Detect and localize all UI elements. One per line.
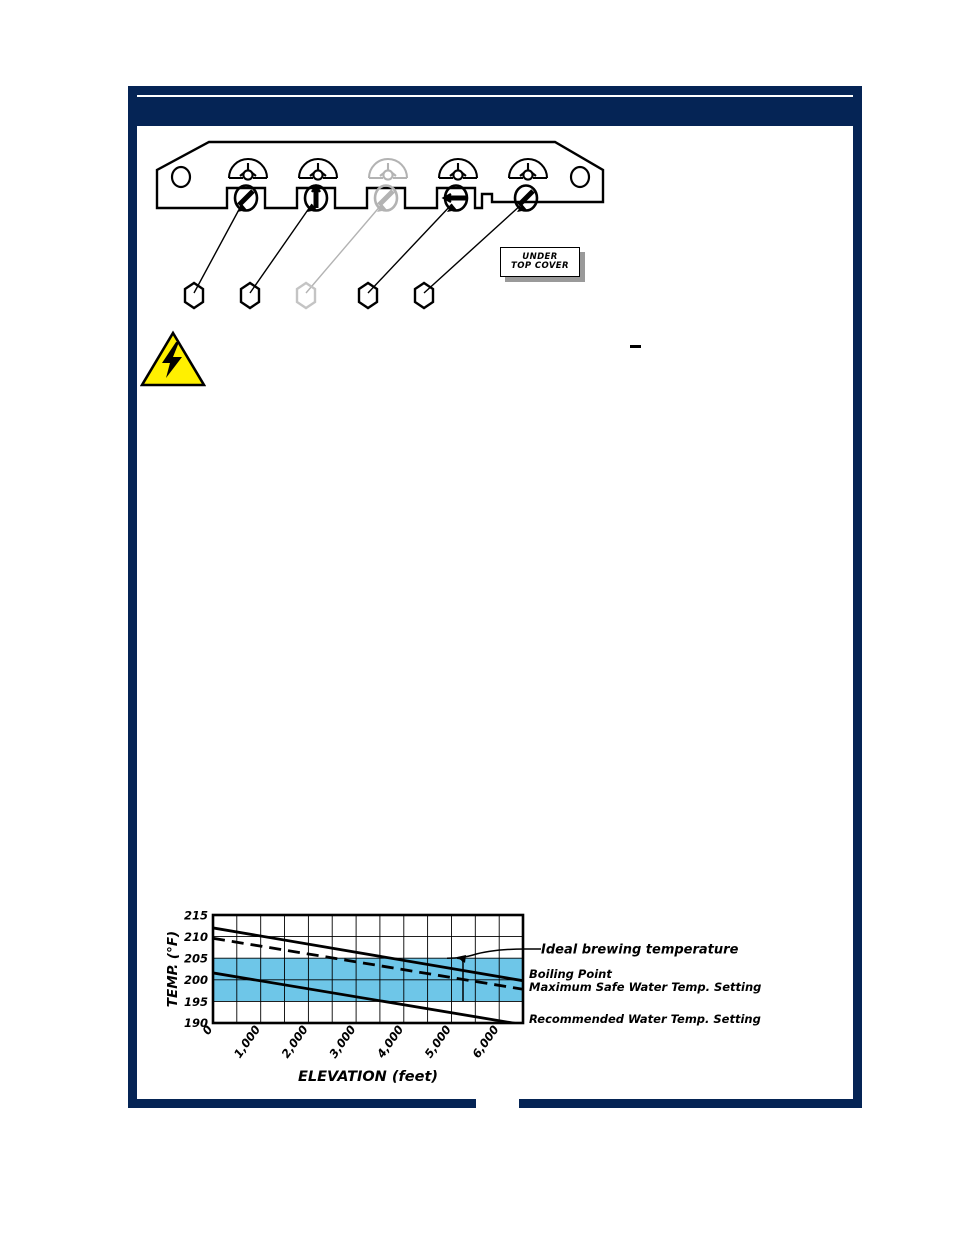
page-footer-bar-right: [519, 1099, 862, 1108]
svg-text:3,000: 3,000: [326, 1023, 358, 1061]
annotation-ideal-brewing-temperature: Ideal brewing temperature: [541, 943, 739, 958]
page-footer-bar-left: [128, 1099, 476, 1108]
page-border-left: [128, 86, 137, 1108]
page-header-bar: [137, 97, 853, 126]
leader-line-3: [305, 203, 383, 294]
screw-head-2: [303, 183, 329, 212]
terminal-block-diagram: [155, 140, 605, 310]
svg-text:215: 215: [184, 909, 208, 923]
svg-text:5,000: 5,000: [422, 1023, 454, 1061]
svg-text:6,000: 6,000: [469, 1023, 501, 1061]
svg-text:4,000: 4,000: [373, 1023, 406, 1062]
annotation-maximum-safe-temp: Maximum Safe Water Temp. Setting: [529, 980, 761, 994]
annotation-recommended-temp: Recommended Water Temp. Setting: [529, 1012, 761, 1026]
mounting-hole-right: [569, 165, 591, 189]
svg-text:205: 205: [184, 952, 208, 966]
under-top-cover-callout: UNDER TOP COVER: [500, 247, 580, 277]
clamp-symbol-3: [367, 158, 409, 181]
annotation-boiling-point: Boiling Point: [529, 967, 612, 981]
svg-text:210: 210: [184, 930, 208, 944]
clamp-symbol-5: [507, 158, 549, 181]
hex-nut-4: [357, 281, 379, 310]
leader-line-2: [249, 203, 313, 294]
chart-x-ticklabels: 0 1,000 2,000 3,000 4,000 5,000 6,000: [199, 1023, 501, 1062]
chart-y-ticklabels: 215 210 205 200 195 190: [184, 909, 208, 1031]
svg-text:1,000: 1,000: [231, 1023, 263, 1061]
screw-head-3: [373, 184, 399, 212]
screw-head-4: [441, 184, 469, 212]
mounting-hole-left: [170, 165, 192, 189]
stray-dash-mark: [630, 345, 641, 348]
hex-nut-2: [239, 281, 261, 310]
under-top-cover-line-2: TOP COVER: [511, 261, 569, 271]
svg-text:195: 195: [184, 995, 208, 1009]
hex-nut-1: [183, 281, 205, 310]
clamp-symbol-2: [297, 158, 339, 181]
svg-text:2,000: 2,000: [279, 1023, 311, 1061]
high-voltage-icon: [140, 330, 206, 387]
chart-x-axis-label: ELEVATION (feet): [298, 1069, 438, 1085]
page-border-top: [128, 86, 862, 95]
hex-nut-3: [295, 281, 317, 310]
hex-nut-5: [413, 281, 435, 310]
leader-line-1: [193, 203, 243, 294]
screw-head-1: [233, 184, 259, 212]
document-page: UNDER TOP COVER 215 210 205 200 195 190 …: [0, 0, 954, 1235]
clamp-symbol-1: [227, 158, 269, 181]
chart-y-axis-label: TEMP. (°F): [165, 931, 181, 1007]
svg-text:200: 200: [184, 973, 208, 987]
elevation-temperature-chart: 215 210 205 200 195 190 TEMP. (°F) 0 1,0…: [165, 909, 761, 1086]
clamp-symbol-4: [437, 158, 479, 181]
page-border-right: [853, 86, 862, 1108]
